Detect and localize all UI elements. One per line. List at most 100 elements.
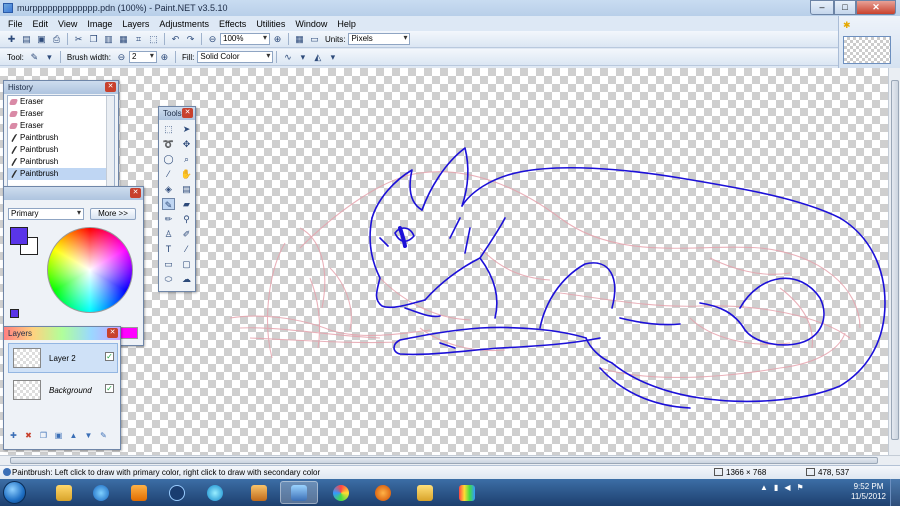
units-combo[interactable]: Pixels <box>348 33 411 45</box>
taskbar-app[interactable] <box>196 481 234 504</box>
layer-visibility-checkbox[interactable]: ✓ <box>105 384 114 393</box>
taskbar-folder[interactable] <box>406 481 444 504</box>
menu-window[interactable]: Window <box>290 19 332 29</box>
layer-row[interactable]: Layer 2 ✓ <box>8 343 118 373</box>
history-item[interactable]: Paintbrush <box>8 144 114 156</box>
grid-icon[interactable]: ▦ <box>293 33 306 45</box>
layer-visibility-checkbox[interactable]: ✓ <box>105 352 114 361</box>
taskbar-firefox[interactable] <box>364 481 402 504</box>
menu-adjustments[interactable]: Adjustments <box>154 19 214 29</box>
pan-icon[interactable]: ✋ <box>180 168 193 180</box>
menu-edit[interactable]: Edit <box>28 19 54 29</box>
history-scrollbar[interactable] <box>106 96 114 186</box>
redo-icon[interactable]: ↷ <box>184 33 197 45</box>
lasso-select-icon[interactable]: ➰ <box>162 138 175 150</box>
paintbrush-tool-icon[interactable]: ✎ <box>28 51 41 63</box>
menu-help[interactable]: Help <box>332 19 361 29</box>
paste-new-icon[interactable]: ▦ <box>117 33 130 45</box>
ellipse-select-icon[interactable]: ◯ <box>162 153 175 165</box>
horizontal-scrollbar[interactable] <box>0 455 900 465</box>
network-icon[interactable]: ▮ <box>774 483 778 492</box>
close-icon[interactable]: ✕ <box>107 328 118 338</box>
menu-utilities[interactable]: Utilities <box>251 19 290 29</box>
close-button[interactable]: ✕ <box>856 0 896 15</box>
zoom-in-icon[interactable]: ⊕ <box>271 33 284 45</box>
eraser-icon[interactable]: ▰ <box>180 198 193 210</box>
show-desktop-button[interactable] <box>890 479 900 506</box>
clone-stamp-icon[interactable]: ♙ <box>162 228 175 240</box>
volume-icon[interactable]: ◀ <box>784 483 790 492</box>
flag-icon[interactable]: ⚑ <box>796 483 803 492</box>
move-layer-up-icon[interactable]: ▲ <box>68 431 79 440</box>
ellipse-icon[interactable]: ⬭ <box>162 273 175 285</box>
add-to-palette-icon[interactable] <box>10 309 19 318</box>
move-layer-down-icon[interactable]: ▼ <box>83 431 94 440</box>
minimize-button[interactable]: – <box>810 0 834 15</box>
history-item[interactable]: Eraser <box>8 96 114 108</box>
close-icon[interactable]: ✕ <box>130 188 141 198</box>
chevron-down-icon[interactable]: ▾ <box>326 51 339 63</box>
taskbar-media-player[interactable] <box>120 481 158 504</box>
layer-row[interactable]: Background ✓ <box>8 375 118 405</box>
alpha-blending-icon[interactable]: ◭ <box>311 51 324 63</box>
taskbar-explorer[interactable] <box>45 481 83 504</box>
open-icon[interactable]: ▤ <box>20 33 33 45</box>
maximize-button[interactable]: □ <box>834 0 856 15</box>
close-icon[interactable]: ✕ <box>105 82 116 92</box>
magic-wand-icon[interactable]: ⁄ <box>162 168 175 180</box>
history-item[interactable]: Paintbrush <box>8 132 114 144</box>
rounded-rectangle-icon[interactable]: ▢ <box>180 258 193 270</box>
deselect-icon[interactable]: ⬚ <box>147 33 160 45</box>
fill-combo[interactable]: Solid Color <box>197 51 274 63</box>
taskbar-hp[interactable] <box>158 481 196 504</box>
undo-icon[interactable]: ↶ <box>169 33 182 45</box>
history-item[interactable]: Paintbrush <box>8 156 114 168</box>
layer-properties-icon[interactable]: ✎ <box>98 431 109 440</box>
history-item[interactable]: Eraser <box>8 108 114 120</box>
start-button[interactable] <box>3 481 26 504</box>
ruler-icon[interactable]: ▭ <box>308 33 321 45</box>
history-item[interactable]: Eraser <box>8 120 114 132</box>
print-icon[interactable]: ⎙ <box>50 33 63 45</box>
colors-title[interactable]: ✕ <box>4 187 143 200</box>
zoom-combo[interactable]: 100% <box>220 33 270 45</box>
zoom-out-icon[interactable]: ⊖ <box>206 33 219 45</box>
move-selected-icon[interactable]: ✥ <box>180 138 193 150</box>
merge-layer-icon[interactable]: ▣ <box>53 431 64 440</box>
menu-view[interactable]: View <box>53 19 82 29</box>
taskbar-internet-explorer[interactable] <box>82 481 120 504</box>
layers-title[interactable]: Layers ✕ <box>4 327 120 340</box>
recolor-icon[interactable]: ✐ <box>180 228 193 240</box>
chevron-down-icon[interactable]: ▾ <box>296 51 309 63</box>
history-item[interactable]: Paintbrush <box>8 168 114 180</box>
menu-file[interactable]: File <box>0 19 28 29</box>
crop-icon[interactable]: ⌗ <box>132 33 145 45</box>
horizontal-scroll-thumb[interactable] <box>10 457 878 464</box>
paint-bucket-icon[interactable]: ◈ <box>162 183 175 195</box>
increase-width-icon[interactable]: ⊕ <box>158 51 171 63</box>
taskbar-paint[interactable] <box>322 481 360 504</box>
cut-icon[interactable]: ✂ <box>72 33 85 45</box>
text-icon[interactable]: T <box>162 243 175 255</box>
paintnet-app-icon[interactable] <box>3 3 13 13</box>
taskbar-paintnet[interactable] <box>280 481 318 504</box>
image-thumbnail[interactable] <box>843 36 891 64</box>
antialiasing-icon[interactable]: ∿ <box>281 51 294 63</box>
paste-icon[interactable]: ▥ <box>102 33 115 45</box>
tools-title[interactable]: Tools ✕ <box>159 107 195 120</box>
freeform-shape-icon[interactable]: ☁ <box>180 273 193 285</box>
zoom-icon[interactable]: ⌕ <box>180 153 193 165</box>
duplicate-layer-icon[interactable]: ❐ <box>38 431 49 440</box>
rectangle-icon[interactable]: ▭ <box>162 258 175 270</box>
move-selection-icon[interactable]: ➤ <box>180 123 193 135</box>
primary-color-swatch[interactable] <box>10 227 28 245</box>
paintbrush-icon[interactable]: ✎ <box>162 198 175 210</box>
chevron-down-icon[interactable]: ▾ <box>43 51 56 63</box>
color-wheel[interactable] <box>47 227 133 313</box>
vertical-scroll-thumb[interactable] <box>891 80 899 440</box>
taskbar-app-2[interactable] <box>240 481 278 504</box>
menu-image[interactable]: Image <box>82 19 117 29</box>
clock[interactable]: 9:52 PM 11/5/2012 <box>851 482 886 502</box>
decrease-width-icon[interactable]: ⊖ <box>115 51 128 63</box>
more-button[interactable]: More >> <box>90 208 136 220</box>
